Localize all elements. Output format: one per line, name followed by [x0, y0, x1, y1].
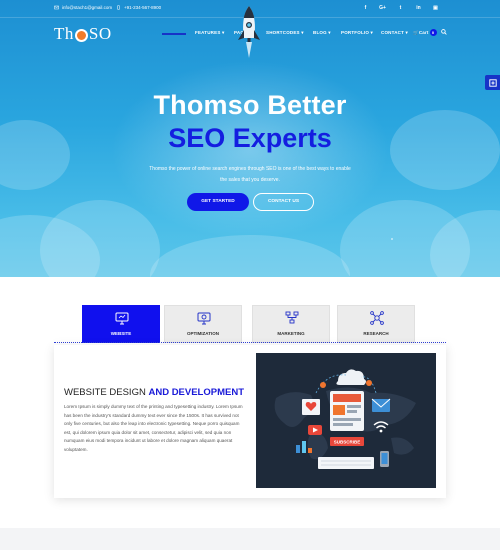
cart-count-badge: 0: [429, 29, 437, 36]
search-icon[interactable]: [441, 29, 447, 36]
cloud: [150, 235, 350, 277]
tab-research[interactable]: RESEARCH: [337, 305, 415, 343]
nav-item-contact[interactable]: CONTACT ▾: [381, 30, 408, 36]
nav-item-blog[interactable]: BLOG ▾: [313, 30, 331, 36]
mail-icon: [54, 5, 59, 10]
logo-text-right: SO: [88, 24, 112, 43]
nav-item-shortcodes[interactable]: SHORTCODES ▾: [266, 30, 304, 36]
tab-website[interactable]: WEBSITE: [82, 305, 160, 343]
svg-text:SUBSCRIBE: SUBSCRIBE: [334, 440, 361, 445]
phone-contact[interactable]: +91-234-567-8900: [116, 5, 161, 10]
phone-text: +91-234-567-8900: [124, 5, 162, 10]
cart-label: Cart: [418, 30, 429, 35]
tab-optimization-label: OPTIMIZATION: [187, 331, 219, 336]
hero-title-line2: SEO Experts: [168, 123, 332, 153]
logo-text-left: Th: [54, 24, 74, 43]
site-logo[interactable]: Th SO: [54, 24, 112, 44]
monitor-icon: [115, 312, 129, 325]
email-text: info@stach1@gmail.com: [62, 5, 113, 10]
google-plus-icon[interactable]: G+: [378, 4, 387, 13]
network-icon: [285, 311, 299, 324]
contact-us-button[interactable]: CONTACT US: [253, 193, 314, 211]
hero-title-line1: Thomso Better: [153, 90, 347, 120]
tab-research-label: RESEARCH: [363, 331, 389, 336]
cart-button[interactable]: 🛒Cart 0: [413, 29, 437, 36]
nav-item-portfolio[interactable]: PORTFOLIO ▾: [341, 30, 373, 36]
web-development-illustration: SUBSCRIBE: [256, 353, 436, 488]
rocket-icon: [238, 6, 260, 58]
tab-marketing-label: MARKETING: [277, 331, 305, 336]
tab-divider: [54, 342, 446, 343]
content-body: Lorem Ipsum is simply dummy text of the …: [64, 404, 243, 452]
illustration-graphic: SUBSCRIBE: [256, 353, 436, 488]
nav-item-features[interactable]: FEATURES ▾: [195, 30, 224, 36]
tab-optimization[interactable]: OPTIMIZATION: [164, 305, 242, 343]
instagram-icon[interactable]: ▣: [431, 4, 440, 13]
email-contact[interactable]: info@stach1@gmail.com: [54, 5, 112, 10]
get-started-button[interactable]: GET STARTED: [187, 193, 249, 211]
hero-subtitle: Thomso the power of online search engine…: [149, 166, 351, 183]
linkedin-icon[interactable]: in: [414, 4, 423, 13]
monitor-gear-icon: [197, 312, 211, 325]
phone-icon: [117, 5, 120, 10]
content-title-accent: AND DEVELOPMENT: [148, 387, 245, 398]
logo-o-icon: [74, 28, 88, 42]
tab-marketing[interactable]: MARKETING: [252, 305, 330, 343]
content-title-normal: WEBSITE DESIGN: [64, 387, 146, 398]
nodes-icon: [370, 311, 384, 325]
widget-icon: [488, 78, 497, 87]
facebook-icon[interactable]: f: [361, 4, 370, 13]
tab-website-label: WEBSITE: [110, 331, 132, 336]
hero-section: info@stach1@gmail.com +91-234-567-8900 f…: [0, 0, 500, 277]
decorative-dot: [391, 238, 393, 240]
footer-band: [0, 528, 500, 550]
settings-widget[interactable]: [485, 75, 500, 90]
twitter-icon[interactable]: t: [396, 4, 405, 13]
content-title: WEBSITE DESIGN AND DEVELOPMENT: [64, 387, 244, 398]
